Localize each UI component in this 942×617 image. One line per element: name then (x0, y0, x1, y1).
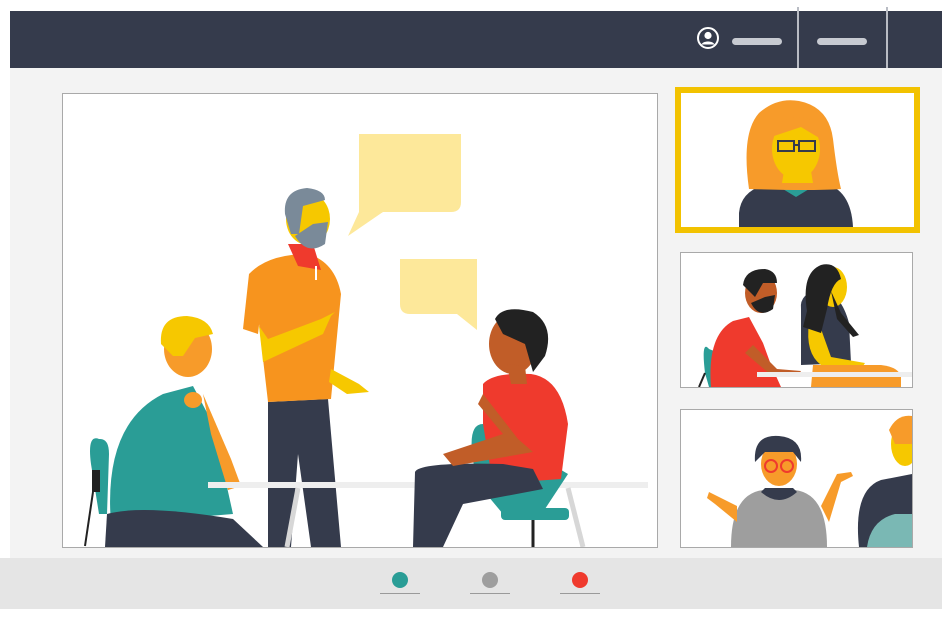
woman-with-glasses-illustration (739, 100, 853, 227)
person-shrugging-illustration (707, 415, 912, 547)
main-video-tile[interactable] (62, 93, 658, 548)
end-call-button[interactable] (560, 570, 600, 594)
video-dot-icon (392, 572, 408, 588)
user-account-icon[interactable] (697, 27, 719, 49)
user-name-placeholder[interactable] (732, 38, 782, 45)
menu-placeholder[interactable] (817, 38, 867, 45)
video-stage (10, 68, 942, 558)
audio-toggle-button[interactable] (470, 570, 510, 594)
video-toggle-button[interactable] (380, 570, 420, 594)
top-bar (10, 7, 942, 71)
topbar-divider (886, 7, 888, 71)
button-underline (470, 593, 510, 594)
participant-tile[interactable] (680, 409, 913, 548)
topbar-divider (797, 7, 799, 71)
group-conversation-illustration (84, 134, 648, 547)
two-people-at-table-illustration (698, 264, 912, 387)
speech-bubble-2 (400, 259, 477, 330)
button-underline (380, 593, 420, 594)
participant-tile[interactable] (680, 252, 913, 388)
button-underline (560, 593, 600, 594)
speech-bubble-1 (348, 134, 461, 236)
active-speaker-tile[interactable] (675, 87, 920, 233)
microphone-dot-icon (482, 572, 498, 588)
call-controls-bar (0, 558, 942, 609)
end-call-dot-icon (572, 572, 588, 588)
